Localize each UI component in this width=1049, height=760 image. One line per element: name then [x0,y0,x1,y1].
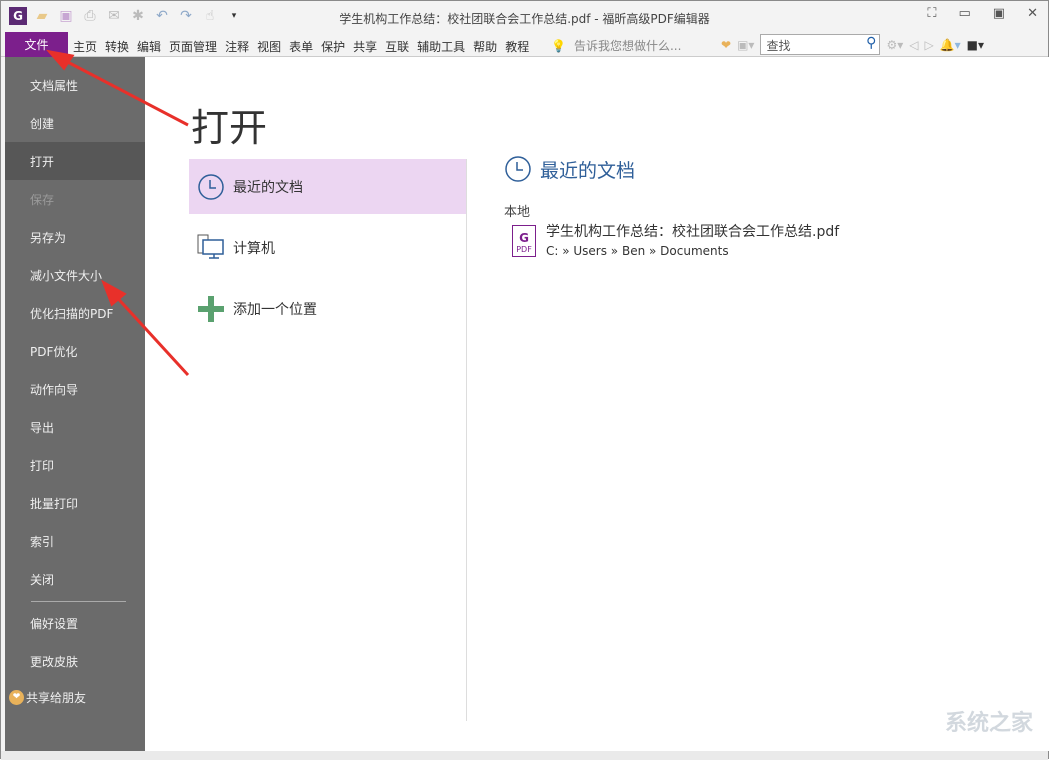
lightbulb-icon: 💡 [551,39,566,53]
sidebar-item-pdf-optimize[interactable]: PDF优化 [5,332,145,370]
tab-file[interactable]: 文件 [5,32,68,57]
file-path: C: » Users » Ben » Documents [546,244,839,258]
tell-me-box[interactable]: 💡 告诉我您想做什么... [551,37,681,54]
sidebar-item-export[interactable]: 导出 [5,408,145,446]
ribbon-tabs: 文件 主页 转换 编辑 页面管理 注释 视图 表单 保护 共享 互联 辅助工具 … [1,32,1048,57]
fullscreen-icon[interactable]: ⛶ [927,6,936,21]
tab-organize[interactable]: 页面管理 [169,38,217,55]
sidebar-item-print[interactable]: 打印 [5,446,145,484]
panel-divider [466,159,467,721]
avatar[interactable]: ■▾ [967,38,984,52]
pdf-file-icon: GPDF [512,225,536,257]
sidebar-item-save: 保存 [5,180,145,218]
sidebar-item-open[interactable]: 打开 [5,142,145,180]
file-name: 学生机构工作总结：校社团联合会工作总结.pdf [546,221,839,241]
app-window: G ▰ ▣ ⎙ ✉ ✱ ↶ ↷ ☝ ▾ 学生机构工作总结：校社团联合会工作总结.… [0,0,1049,759]
maximize-button[interactable]: ▣ [993,6,1005,21]
tab-tutorial[interactable]: 教程 [505,38,529,55]
bell-icon[interactable]: 🔔▾ [940,38,961,52]
tab-comment[interactable]: 注释 [225,38,249,55]
window-title: 学生机构工作总结：校社团联合会工作总结.pdf - 福昕高级PDF编辑器 [1,10,1048,27]
clock-icon [197,173,225,201]
sidebar-item-skins[interactable]: 更改皮肤 [5,642,145,680]
recent-file-item[interactable]: GPDF 学生机构工作总结：校社团联合会工作总结.pdf C: » Users … [512,221,839,258]
recent-title: 最近的文档 [540,156,635,183]
tab-accessibility[interactable]: 辅助工具 [417,38,465,55]
sidebar-item-optimize-scanned[interactable]: 优化扫描的PDF [5,294,145,332]
computer-icon [197,233,225,263]
search-input[interactable]: 查找 ⚲ [760,34,880,55]
sidebar-item-save-as[interactable]: 另存为 [5,218,145,256]
file-sidebar: 文档属性 创建 打开 保存 另存为 减小文件大小 优化扫描的PDF PDF优化 … [5,57,145,751]
tab-edit[interactable]: 编辑 [137,38,161,55]
sidebar-item-reduce-size[interactable]: 减小文件大小 [5,256,145,294]
option-label: 最近的文档 [233,177,303,197]
title-bar: G ▰ ▣ ⎙ ✉ ✱ ↶ ↷ ☝ ▾ 学生机构工作总结：校社团联合会工作总结.… [1,1,1048,32]
share-label: 共享给朋友 [26,689,86,706]
sidebar-item-batch-print[interactable]: 批量打印 [5,484,145,522]
sidebar-item-close[interactable]: 关闭 [5,560,145,598]
tab-home[interactable]: 主页 [73,38,97,55]
search-options-icon[interactable]: ▣▾ [737,38,754,52]
option-label: 添加一个位置 [233,299,317,319]
heart-icon[interactable]: ❤ [721,38,731,52]
option-label: 计算机 [233,238,275,258]
clock-icon [504,155,532,183]
section-label: 本地 [504,201,530,220]
close-button[interactable]: ✕ [1027,6,1038,21]
tab-connect[interactable]: 互联 [385,38,409,55]
recent-header: 最近的文档 [504,155,635,183]
sidebar-item-create[interactable]: 创建 [5,104,145,142]
gear-icon[interactable]: ⚙▾ [886,38,903,52]
minimize-button[interactable]: ▭ [959,6,971,21]
tell-me-text: 告诉我您想做什么... [574,37,681,54]
tab-convert[interactable]: 转换 [105,38,129,55]
sidebar-item-preferences[interactable]: 偏好设置 [5,604,145,642]
next-icon[interactable]: ▷ [924,38,933,52]
sidebar-item-index[interactable]: 索引 [5,522,145,560]
heart-icon: ❤ [9,690,24,705]
tab-share[interactable]: 共享 [353,38,377,55]
watermark: 系统之家 [945,705,1033,737]
open-panel: 打开 最近的文档 计算机 添加一个位置 最近的文档 本地 GPDF 学生机构工作… [145,57,1049,751]
tab-view[interactable]: 视图 [257,38,281,55]
sidebar-item-properties[interactable]: 文档属性 [5,66,145,104]
option-add-place[interactable]: 添加一个位置 [189,281,466,336]
tab-form[interactable]: 表单 [289,38,313,55]
tab-protect[interactable]: 保护 [321,38,345,55]
option-recent-documents[interactable]: 最近的文档 [189,159,466,214]
plus-icon [197,295,225,323]
prev-icon[interactable]: ◁ [909,38,918,52]
search-icon[interactable]: ⚲ [866,35,876,51]
page-title: 打开 [191,97,267,152]
sidebar-item-share-friends[interactable]: ❤共享给朋友 [5,678,145,716]
sidebar-item-action-wizard[interactable]: 动作向导 [5,370,145,408]
sidebar-divider [31,601,126,602]
option-computer[interactable]: 计算机 [189,220,466,275]
search-placeholder: 查找 [766,39,790,53]
tab-help[interactable]: 帮助 [473,38,497,55]
